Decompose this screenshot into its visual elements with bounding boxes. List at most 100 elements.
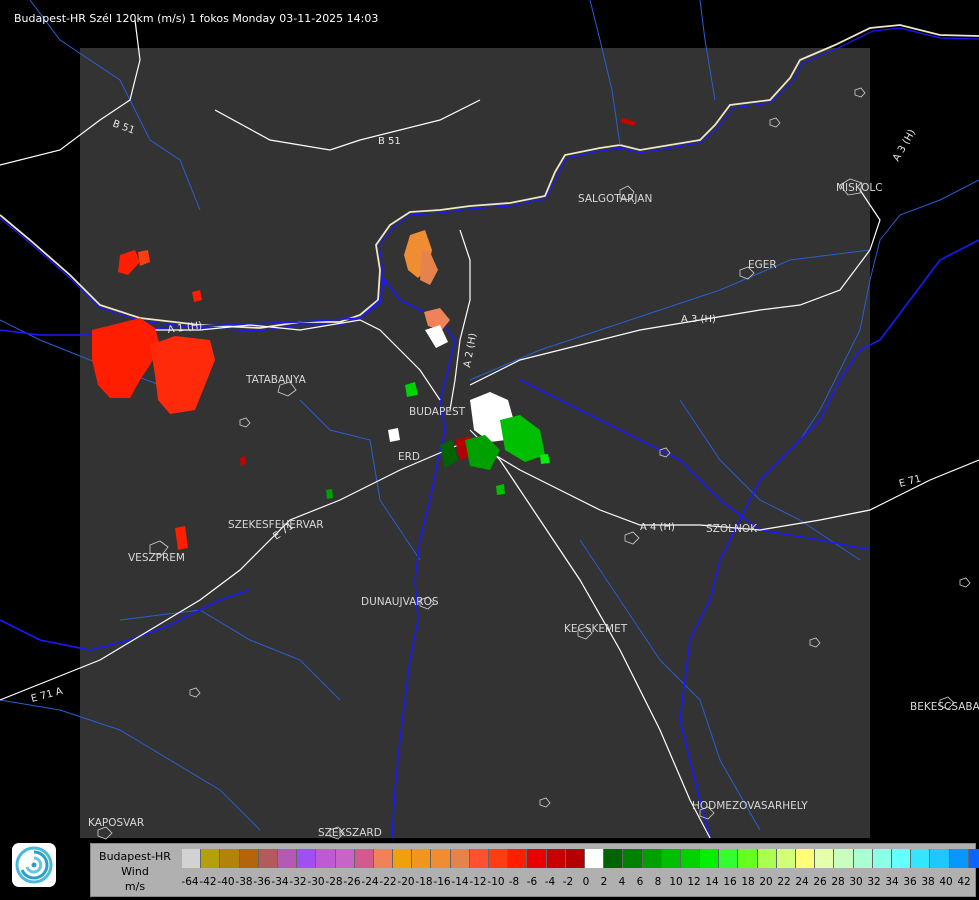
legend-swatch bbox=[277, 849, 298, 868]
legend-swatch bbox=[297, 849, 317, 868]
city-label-miskolc: MISKOLC bbox=[836, 182, 883, 194]
radar-map: SALGOTARJAN MISKOLC EGER TATABANYA BUDAP… bbox=[0, 0, 979, 840]
legend-swatch bbox=[661, 849, 681, 868]
legend-tick-label: 40 bbox=[939, 876, 953, 888]
legend-swatch bbox=[872, 849, 892, 868]
legend-tick-label: -64 bbox=[181, 876, 199, 888]
legend-swatch bbox=[853, 849, 873, 868]
map-title: Budapest-HR Szél 120km (m/s) 1 fokos Mon… bbox=[14, 12, 379, 25]
legend-tick-label: 2 bbox=[600, 876, 608, 888]
legend-swatch bbox=[834, 849, 854, 868]
legend-tick-label: 22 bbox=[777, 876, 791, 888]
legend-swatch bbox=[565, 849, 585, 868]
legend-tick-label: -14 bbox=[451, 876, 469, 888]
legend-swatch bbox=[930, 849, 950, 868]
city-label-erd: ERD bbox=[398, 451, 420, 463]
legend-swatch bbox=[700, 849, 720, 868]
legend-tick-label: 6 bbox=[636, 876, 644, 888]
legend-tick-label: -18 bbox=[415, 876, 433, 888]
city-label-kecskemet: KECSKEMET bbox=[564, 623, 628, 635]
legend-tick-label: 34 bbox=[885, 876, 899, 888]
legend-tick-label: 38 bbox=[921, 876, 935, 888]
city-label-veszprem: VESZPREM bbox=[128, 552, 185, 564]
city-label-budapest: BUDAPEST bbox=[409, 406, 466, 418]
legend-tick-label: 26 bbox=[813, 876, 827, 888]
road-label-a3: A 3 (H) bbox=[681, 314, 716, 325]
road-label-a3-north: A 3 (H) bbox=[891, 128, 918, 164]
legend-swatch bbox=[680, 849, 701, 868]
legend-tick-label: -2 bbox=[562, 876, 574, 888]
legend-tick-label: -26 bbox=[343, 876, 361, 888]
city-label-szolnok: SZOLNOK bbox=[706, 523, 758, 535]
legend-tick-label: -16 bbox=[433, 876, 451, 888]
legend-tick-label: 28 bbox=[831, 876, 845, 888]
met-service-logo bbox=[12, 843, 56, 887]
legend-tick-label: -8 bbox=[508, 876, 520, 888]
legend-swatch bbox=[450, 849, 470, 868]
legend-tick-label: 16 bbox=[723, 876, 737, 888]
legend-title-radar: Budapest-HR bbox=[99, 850, 171, 863]
legend-tick-label: 0 bbox=[582, 876, 590, 888]
legend-tick-label: -10 bbox=[487, 876, 505, 888]
city-label-kaposvar: KAPOSVAR bbox=[88, 817, 144, 829]
legend-tick-label: -34 bbox=[271, 876, 289, 888]
legend-tick-label: -30 bbox=[307, 876, 325, 888]
legend-swatch bbox=[738, 849, 758, 868]
legend-swatch bbox=[949, 849, 969, 868]
legend-swatch bbox=[642, 849, 662, 868]
legend-swatch bbox=[776, 849, 796, 868]
legend-swatch bbox=[335, 849, 355, 868]
legend-swatch bbox=[584, 849, 605, 868]
legend-tick-label: -22 bbox=[379, 876, 397, 888]
legend-swatch bbox=[911, 849, 931, 868]
legend-tick-label: 8 bbox=[654, 876, 662, 888]
legend-tick-label: -38 bbox=[235, 876, 253, 888]
legend-tick-label: 14 bbox=[705, 876, 719, 888]
road-label-e71-east: E 71 bbox=[898, 474, 922, 490]
city-label-tatabanya: TATABANYA bbox=[245, 374, 307, 386]
legend-tick-label: 32 bbox=[867, 876, 881, 888]
road-label-a4: A 4 (H) bbox=[640, 522, 675, 533]
legend-swatch bbox=[258, 849, 278, 868]
legend-tick-label: 30 bbox=[849, 876, 863, 888]
legend-swatch bbox=[220, 849, 240, 868]
legend-tick-label: 4 bbox=[618, 876, 626, 888]
legend-tick-label: 10 bbox=[669, 876, 683, 888]
legend-tick-label: -20 bbox=[397, 876, 415, 888]
city-label-salgotarjan: SALGOTARJAN bbox=[578, 193, 652, 205]
legend-swatch bbox=[201, 849, 221, 868]
legend-swatch bbox=[757, 849, 777, 868]
legend-tick-label: -6 bbox=[526, 876, 538, 888]
logo-swirl-icon bbox=[15, 846, 53, 884]
legend-swatch bbox=[354, 849, 374, 868]
road-label-e71a: E 71 A bbox=[30, 686, 64, 705]
legend-swatch bbox=[815, 849, 835, 868]
legend-swatch bbox=[719, 849, 739, 868]
legend-title-unit: m/s bbox=[124, 880, 146, 893]
legend-tick-label: -42 bbox=[199, 876, 217, 888]
legend-tick-label: -24 bbox=[361, 876, 379, 888]
road-label-b51-east: B 51 bbox=[378, 136, 401, 147]
legend-tick-label: -12 bbox=[469, 876, 487, 888]
legend-tick-label: -32 bbox=[289, 876, 307, 888]
legend-swatch bbox=[489, 849, 509, 868]
legend-ticks: -64 -42 -40 -38 -36 -34 -32 -30 -28 -26 -24 -22 -20-… bbox=[181, 876, 972, 890]
city-label-eger: EGER bbox=[748, 259, 777, 271]
legend-swatch bbox=[316, 849, 336, 868]
legend-swatch bbox=[546, 849, 566, 868]
city-label-bekescsaba: BEKESCSABA bbox=[910, 701, 979, 713]
color-legend: Budapest-HR Wind m/s -64 -42 -40 -38 -36 -34-… bbox=[90, 843, 979, 897]
legend-swatch bbox=[182, 849, 202, 868]
legend-swatch bbox=[527, 849, 547, 868]
legend-tick-label: -40 bbox=[217, 876, 235, 888]
legend-tick-label: 20 bbox=[759, 876, 773, 888]
legend-swatches bbox=[182, 849, 979, 869]
legend-swatch bbox=[393, 849, 413, 868]
legend-tick-label: -4 bbox=[544, 876, 556, 888]
legend-swatch bbox=[623, 849, 643, 868]
legend-swatch bbox=[469, 849, 489, 868]
legend-tick-label: -36 bbox=[253, 876, 271, 888]
legend-swatch bbox=[968, 849, 979, 868]
legend-title: Budapest-HR Wind m/s bbox=[91, 849, 179, 894]
legend-tick-label: 24 bbox=[795, 876, 809, 888]
